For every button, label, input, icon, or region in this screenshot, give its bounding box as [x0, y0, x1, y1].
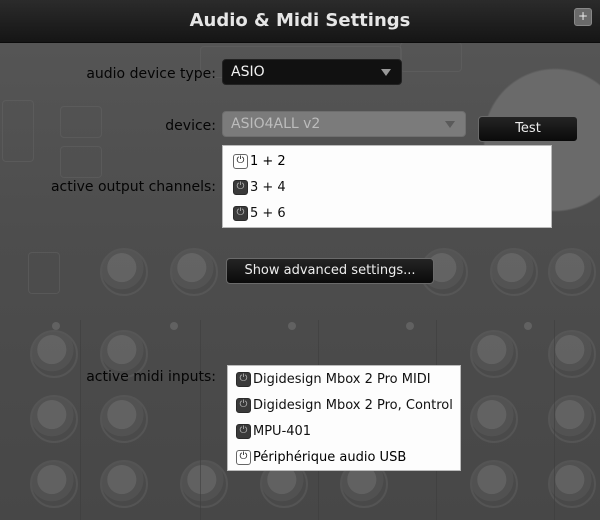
power-icon[interactable]: ⏻: [236, 371, 251, 387]
midi-input-label: Digidesign Mbox 2 Pro, Control: [253, 397, 453, 413]
test-button[interactable]: Test: [478, 116, 578, 142]
list-item[interactable]: ⏻ Digidesign Mbox 2 Pro, Control: [236, 394, 453, 416]
audio-device-type-value: ASIO: [231, 64, 265, 80]
expand-button[interactable]: +: [574, 8, 592, 26]
chevron-down-icon: [445, 121, 455, 128]
list-item[interactable]: ⏻ Digidesign Mbox 2 Pro MIDI: [236, 368, 431, 390]
device-value: ASIO4ALL v2: [231, 116, 321, 132]
power-icon[interactable]: ⏻: [236, 397, 251, 413]
list-item[interactable]: ⏻ 3 + 4: [233, 176, 286, 198]
output-channel-label: 5 + 6: [250, 205, 286, 221]
audio-device-type-label: audio device type:: [86, 66, 216, 82]
power-icon[interactable]: ⏻: [233, 205, 248, 221]
power-icon[interactable]: ⏻: [236, 449, 251, 465]
output-channel-label: 1 + 2: [250, 153, 286, 169]
show-advanced-settings-button[interactable]: Show advanced settings...: [226, 258, 434, 284]
chevron-down-icon: [381, 69, 391, 76]
title-bar: Audio & Midi Settings +: [0, 0, 600, 43]
window-title: Audio & Midi Settings: [189, 10, 411, 31]
device-select[interactable]: ASIO4ALL v2: [222, 111, 466, 137]
midi-input-label: MPU-401: [253, 423, 312, 439]
midi-input-label: Digidesign Mbox 2 Pro MIDI: [253, 371, 431, 387]
midi-input-label: Périphérique audio USB: [253, 449, 407, 465]
power-icon[interactable]: ⏻: [233, 153, 248, 169]
power-icon[interactable]: ⏻: [236, 423, 251, 439]
settings-window: Audio & Midi Settings + audio device typ…: [0, 0, 600, 520]
list-item[interactable]: ⏻ 5 + 6: [233, 202, 286, 224]
device-label: device:: [165, 118, 216, 134]
audio-device-type-select[interactable]: ASIO: [222, 59, 402, 85]
output-channels-list: ⏻ 1 + 2 ⏻ 3 + 4 ⏻ 5 + 6: [222, 145, 552, 228]
power-icon[interactable]: ⏻: [233, 179, 248, 195]
midi-inputs-list: ⏻ Digidesign Mbox 2 Pro MIDI ⏻ Digidesig…: [227, 365, 461, 471]
list-item[interactable]: ⏻ MPU-401: [236, 420, 311, 442]
list-item[interactable]: ⏻ 1 + 2: [233, 150, 286, 172]
list-item[interactable]: ⏻ Périphérique audio USB: [236, 446, 406, 468]
midi-inputs-label: active midi inputs:: [86, 369, 216, 385]
output-channel-label: 3 + 4: [250, 179, 286, 195]
output-channels-label: active output channels:: [50, 179, 216, 195]
